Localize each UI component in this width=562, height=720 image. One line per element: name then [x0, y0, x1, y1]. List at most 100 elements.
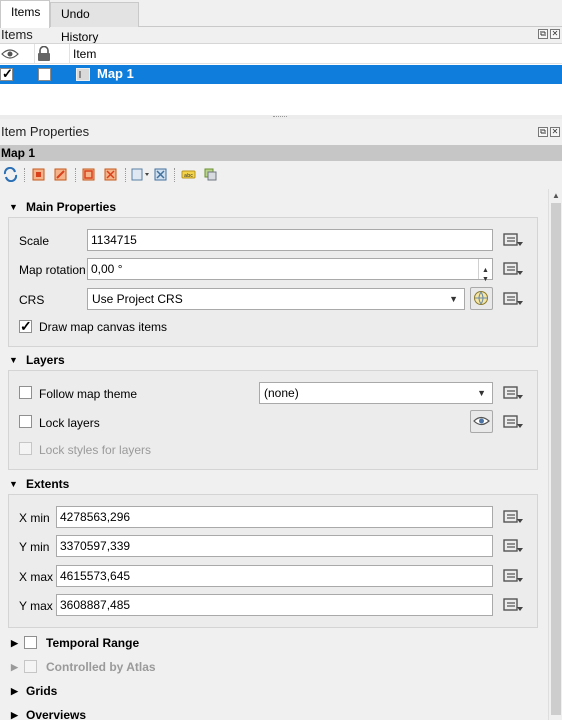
- refresh-icon[interactable]: [3, 167, 18, 182]
- svg-text:abc: abc: [184, 173, 193, 179]
- section-temporal-range[interactable]: ▶ Temporal Range: [0, 633, 548, 653]
- tab-undo-history[interactable]: Undo History: [50, 2, 139, 44]
- xmax-value: 4615573,645: [60, 569, 131, 583]
- select-crs-button[interactable]: [470, 287, 493, 310]
- map-rotation-value: 0,00 °: [91, 262, 123, 276]
- crs-selector[interactable]: Use Project CRS ▼: [87, 288, 465, 310]
- panel-splitter[interactable]: [0, 115, 562, 119]
- xmin-input[interactable]: 4278563,296: [56, 506, 493, 528]
- section-layers[interactable]: ▼ Layers: [0, 350, 548, 370]
- temporal-range-checkbox[interactable]: [24, 636, 37, 649]
- labeling-settings-icon[interactable]: abc: [181, 167, 196, 182]
- item-name-label: Map 1: [1, 146, 36, 160]
- view-extent-icon[interactable]: [53, 167, 68, 182]
- draw-map-canvas-items-label: Draw map canvas items: [39, 320, 168, 334]
- toolbar-separator: [24, 168, 25, 182]
- ymin-label: Y min: [19, 540, 50, 554]
- ymin-data-defined-override-icon[interactable]: [501, 536, 525, 556]
- tab-items[interactable]: Items: [0, 0, 50, 28]
- draw-map-canvas-items-checkbox[interactable]: ✓: [19, 318, 32, 334]
- scroll-up-icon[interactable]: ▲: [552, 191, 560, 200]
- move-content-icon[interactable]: [153, 167, 168, 182]
- map-item-toolbar: abc: [0, 162, 562, 188]
- items-row-map1[interactable]: ✓ Map 1: [0, 65, 562, 84]
- follow-map-theme-label: Follow map theme: [39, 387, 138, 401]
- xmin-value: 4278563,296: [60, 510, 131, 524]
- clipping-settings-icon[interactable]: [203, 167, 218, 182]
- section-controlled-by-atlas-label: Controlled by Atlas: [46, 660, 156, 674]
- lock-column-header[interactable]: [35, 44, 70, 64]
- items-panel-buttons: ⧉ ✕: [538, 29, 560, 39]
- map1-visible-checkbox[interactable]: ✓: [0, 66, 13, 81]
- props-panel-title: Item Properties ⧉ ✕: [0, 123, 562, 143]
- section-main-properties[interactable]: ▼ Main Properties: [0, 197, 548, 217]
- ymax-value: 3608887,485: [60, 598, 131, 612]
- expand-triangle-icon: ▶: [11, 638, 18, 648]
- chevron-down-icon: ▼: [449, 294, 458, 304]
- float-icon[interactable]: ⧉: [538, 127, 548, 137]
- crs-value: Use Project CRS: [92, 292, 183, 306]
- rotation-stepper[interactable]: ▲ ▼: [478, 259, 492, 283]
- xmax-label: X max: [19, 570, 54, 584]
- section-extents[interactable]: ▼ Extents: [0, 474, 548, 494]
- props-panel-buttons: ⧉ ✕: [538, 127, 560, 137]
- lock-layers-data-defined-override-icon[interactable]: [501, 412, 525, 432]
- section-main-properties-label: Main Properties: [26, 200, 117, 214]
- dock-tabbar: Items Undo History: [0, 0, 562, 44]
- item-name-band: Map 1: [0, 145, 562, 161]
- bookmarks-icon[interactable]: [131, 167, 150, 182]
- section-overviews[interactable]: ▶ Overviews: [0, 705, 548, 720]
- section-extents-label: Extents: [26, 477, 70, 491]
- map-rotation-spinbox[interactable]: 0,00 ° ▲ ▼: [87, 258, 493, 283]
- scale-data-defined-override-icon[interactable]: [501, 230, 525, 250]
- rotation-data-defined-override-icon[interactable]: [501, 259, 525, 279]
- ymin-input[interactable]: 3370597,339: [56, 535, 493, 557]
- lock-layers-checkbox[interactable]: [19, 415, 32, 428]
- scale-value: 1134715: [91, 233, 137, 247]
- lock-icon: [38, 46, 50, 61]
- toolbar-separator: [174, 168, 175, 182]
- extents-group: X min 4278563,296 Y min 3370597,339 X ma…: [8, 494, 538, 628]
- layer-visibility-button[interactable]: [470, 410, 493, 433]
- set-extent-icon[interactable]: [31, 167, 46, 182]
- properties-scrollbar[interactable]: ▲: [548, 189, 562, 720]
- view-scale-icon[interactable]: [103, 167, 118, 182]
- section-grids[interactable]: ▶ Grids: [0, 681, 548, 701]
- scrollbar-thumb[interactable]: [551, 203, 561, 715]
- set-scale-icon[interactable]: [81, 167, 96, 182]
- section-overviews-label: Overviews: [26, 708, 87, 720]
- map-rotation-label: Map rotation: [19, 263, 86, 277]
- collapse-triangle-icon: ▼: [9, 355, 18, 365]
- controlled-by-atlas-checkbox: [24, 660, 37, 673]
- map1-lock-checkbox[interactable]: [38, 68, 51, 81]
- expand-triangle-icon: ▶: [11, 662, 18, 672]
- crs-data-defined-override-icon[interactable]: [501, 289, 525, 309]
- items-table-header: Item: [0, 44, 562, 64]
- eye-icon: [1, 49, 19, 59]
- visibility-column-header[interactable]: [0, 44, 35, 64]
- collapse-triangle-icon: ▼: [9, 479, 18, 489]
- toolbar-separator: [75, 168, 76, 182]
- follow-map-theme-checkbox[interactable]: [19, 386, 32, 399]
- tab-items-label: Items: [11, 5, 41, 19]
- scale-input[interactable]: 1134715: [87, 229, 493, 251]
- float-icon[interactable]: ⧉: [538, 29, 548, 39]
- close-icon[interactable]: ✕: [550, 127, 560, 137]
- lock-styles-checkbox: [19, 442, 32, 455]
- lock-styles-label: Lock styles for layers: [39, 443, 152, 457]
- item-column-header[interactable]: Item: [70, 44, 562, 64]
- theme-data-defined-override-icon[interactable]: [501, 383, 525, 403]
- xmin-data-defined-override-icon[interactable]: [501, 507, 525, 527]
- ymax-data-defined-override-icon[interactable]: [501, 595, 525, 615]
- xmax-data-defined-override-icon[interactable]: [501, 566, 525, 586]
- items-table: Item ✓ Map 1: [0, 43, 562, 115]
- xmax-input[interactable]: 4615573,645: [56, 565, 493, 587]
- ymax-input[interactable]: 3608887,485: [56, 594, 493, 616]
- items-panel-title: Items ⧉ ✕: [0, 27, 562, 44]
- layers-group: Follow map theme (none) ▼ Lock layers Lo…: [8, 370, 538, 470]
- section-controlled-by-atlas: ▶ Controlled by Atlas: [0, 657, 548, 677]
- map-theme-selector[interactable]: (none) ▼: [259, 382, 493, 404]
- globe-icon: [474, 291, 488, 305]
- map-theme-value: (none): [264, 386, 299, 400]
- close-icon[interactable]: ✕: [550, 29, 560, 39]
